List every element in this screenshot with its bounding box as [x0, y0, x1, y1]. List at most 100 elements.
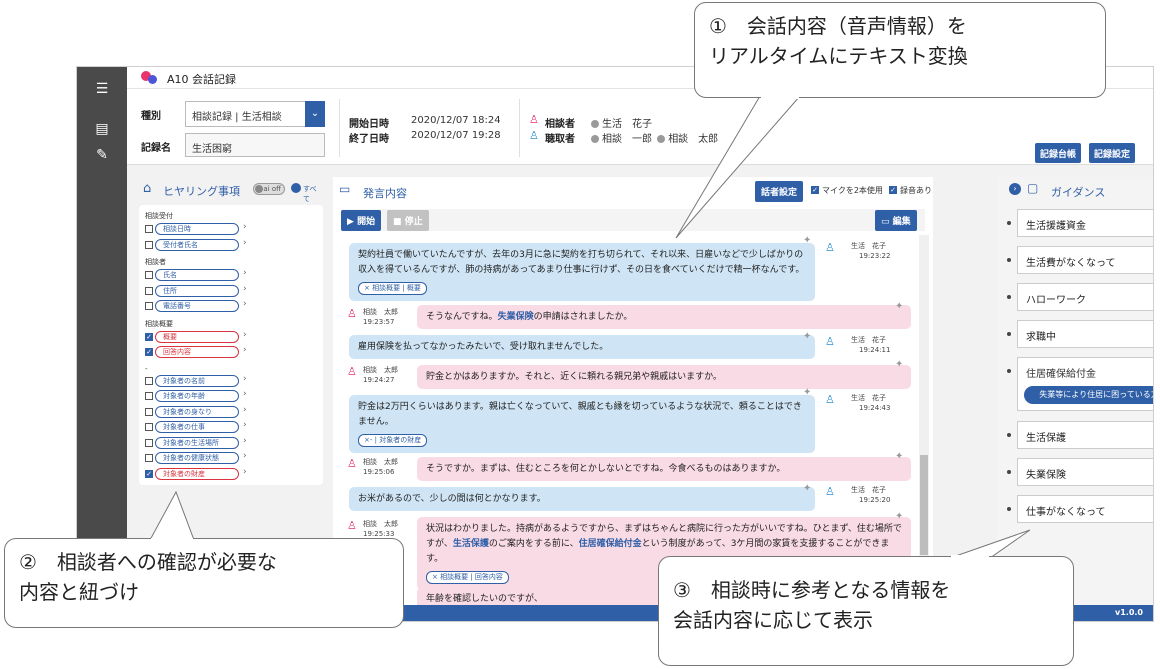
select-all-icon[interactable]	[291, 183, 301, 193]
linked-item-tag[interactable]: × 相談概要 | 回答内容	[426, 571, 509, 584]
chevron-right-icon[interactable]: ›	[243, 389, 247, 399]
hearing-item-label[interactable]: 電話番号	[155, 300, 239, 312]
hearing-item-label[interactable]: 回答内容	[155, 346, 239, 358]
edit-button[interactable]: ▭ 編集	[875, 210, 917, 231]
hearing-item-checkbox[interactable]: ✓	[145, 469, 153, 478]
guidance-item[interactable]: 生活援護資金›	[1017, 209, 1153, 237]
hearing-item-label[interactable]: 対象者の仕事	[155, 421, 239, 433]
pin-icon[interactable]: ✦	[895, 451, 903, 462]
hearing-item-label[interactable]: 対象者の財産	[155, 467, 239, 480]
stop-button[interactable]: ■ 停止	[387, 210, 429, 231]
hearing-item-label[interactable]: 対象者の年齢	[155, 390, 239, 402]
chevron-right-icon[interactable]: ›	[243, 405, 247, 415]
hearing-item-checkbox[interactable]	[145, 302, 153, 310]
hearing-item-checkbox[interactable]	[145, 225, 153, 233]
chevron-right-icon[interactable]: ›	[243, 299, 247, 309]
chevron-right-icon[interactable]: ›	[243, 374, 247, 384]
chevron-right-icon[interactable]: ›	[243, 330, 247, 340]
speaker-settings-button[interactable]: 話者設定	[755, 181, 804, 202]
pin-icon[interactable]: ✦	[803, 235, 811, 246]
chevron-right-icon[interactable]: ›	[243, 436, 247, 446]
hearing-item[interactable]: 電話番号 ›	[145, 299, 323, 315]
guidance-item[interactable]: ハローワーク›	[1017, 283, 1153, 311]
guidance-item[interactable]: 生活保護›	[1017, 421, 1153, 449]
chevron-right-icon[interactable]: ›	[243, 238, 247, 248]
type-select[interactable]: 相談記録 | 生活相談 ⌄	[185, 101, 325, 127]
guidance-item[interactable]: 求職中›	[1017, 320, 1153, 348]
chevron-right-icon[interactable]: ›	[243, 451, 247, 461]
guidance-item[interactable]: 失業保険›	[1017, 458, 1153, 486]
hearing-item[interactable]: 対象者の生活場所 ›	[145, 436, 323, 452]
chevron-right-icon[interactable]: ›	[243, 222, 247, 232]
checkbox[interactable]: ✓	[889, 186, 897, 194]
hearing-item-label[interactable]: 対象者の名前	[155, 374, 239, 387]
chevron-right-icon[interactable]: ›	[243, 420, 247, 430]
hearing-item-label[interactable]: 受付者氏名	[155, 238, 239, 251]
hearing-item[interactable]: 氏名 ›	[145, 268, 323, 284]
pin-icon[interactable]: ✦	[895, 301, 903, 312]
pin-icon[interactable]: ✦	[803, 331, 811, 342]
hearing-item-checkbox[interactable]	[145, 240, 153, 249]
hearing-item[interactable]: ✓ 概要 ›	[145, 330, 323, 346]
hearing-item-checkbox[interactable]: ✓	[145, 348, 153, 356]
wrench-icon[interactable]: ✎	[77, 147, 127, 163]
hearing-item[interactable]: 対象者の年齢 ›	[145, 389, 323, 405]
keyword-link[interactable]: 生活保護	[453, 539, 489, 549]
hearing-item[interactable]: 相談日時 ›	[145, 222, 323, 238]
hearing-item-label[interactable]: 住所	[155, 284, 239, 297]
hearing-item-checkbox[interactable]	[145, 271, 153, 279]
hearing-item-checkbox[interactable]	[145, 286, 153, 295]
hearing-item-label[interactable]: 対象者の身なり	[155, 405, 239, 418]
hearing-item-checkbox[interactable]	[145, 423, 153, 431]
hearing-item[interactable]: 対象者の健康状態 ›	[145, 451, 323, 467]
two-mic-checkbox[interactable]: ✓ マイクを2本使用	[811, 185, 883, 196]
hearing-item-label[interactable]: 対象者の健康状態	[155, 452, 239, 464]
hearing-item-label[interactable]: 氏名	[155, 269, 239, 281]
record-audio-checkbox[interactable]: ✓ 録音あり	[889, 185, 932, 196]
client-name: 生活 花子	[602, 119, 652, 130]
guidance-item-expanded[interactable]: 住居確保給付金⌄失業等により住居に困っている方	[1017, 357, 1153, 411]
record-ledger-button[interactable]: 記録台帳	[1035, 143, 1082, 163]
hearing-item-checkbox[interactable]	[145, 376, 153, 385]
guidance-item[interactable]: 生活費がなくなって›	[1017, 246, 1153, 274]
start-button[interactable]: ▶ 開始	[341, 210, 382, 231]
hearing-item[interactable]: 受付者氏名 ›	[145, 238, 323, 254]
pin-icon[interactable]: ✦	[803, 387, 811, 398]
checkbox[interactable]: ✓	[811, 186, 819, 194]
hearing-item-checkbox[interactable]	[145, 392, 153, 400]
clipboard-icon[interactable]: ▤	[77, 121, 127, 137]
record-settings-button[interactable]: 記録設定	[1089, 143, 1136, 163]
hearing-item-label[interactable]: 相談日時	[155, 223, 239, 235]
pin-icon[interactable]: ✦	[895, 511, 903, 522]
guidance-sub-item[interactable]: 失業等により住居に困っている方	[1024, 386, 1153, 404]
chevron-right-icon[interactable]: ›	[243, 467, 247, 477]
linked-item-tag[interactable]: ×- | 対象者の財産	[358, 434, 428, 447]
scrollbar-thumb[interactable]	[920, 455, 928, 555]
chevron-right-icon[interactable]: ›	[243, 284, 247, 294]
keyword-link[interactable]: 失業保険	[498, 312, 534, 322]
hearing-item-label[interactable]: 概要	[155, 330, 239, 343]
collapse-arrow-icon[interactable]: ›	[1009, 183, 1021, 195]
hearing-item[interactable]: ✓ 対象者の財産 ›	[145, 467, 323, 483]
hearing-item-label[interactable]: 対象者の生活場所	[155, 436, 239, 449]
keyword-link[interactable]: 住居確保給付金	[579, 539, 642, 549]
hearing-item[interactable]: 住所 ›	[145, 284, 323, 300]
chevron-down-icon[interactable]: ⌄	[305, 101, 325, 127]
hearing-item-checkbox[interactable]: ✓	[145, 332, 153, 341]
hearing-item[interactable]: ✓ 回答内容 ›	[145, 345, 323, 361]
hamburger-menu-icon[interactable]: ☰	[77, 81, 127, 97]
hearing-item-checkbox[interactable]	[145, 407, 153, 416]
chevron-right-icon[interactable]: ›	[243, 345, 247, 355]
linked-item-tag[interactable]: × 相談概要 | 概要	[358, 282, 427, 295]
ai-toggle[interactable]: ai off	[253, 183, 285, 195]
hearing-item[interactable]: 対象者の名前 ›	[145, 374, 323, 390]
hearing-item-checkbox[interactable]	[145, 438, 153, 447]
record-name-input[interactable]: 生活困窮	[185, 133, 325, 157]
pin-icon[interactable]: ✦	[895, 359, 903, 370]
hearing-item-checkbox[interactable]	[145, 454, 153, 462]
hearing-item[interactable]: 対象者の仕事 ›	[145, 420, 323, 436]
guidance-item[interactable]: 仕事がなくなって›	[1017, 495, 1153, 523]
hearing-item[interactable]: 対象者の身なり ›	[145, 405, 323, 421]
pin-icon[interactable]: ✦	[803, 483, 811, 494]
chevron-right-icon[interactable]: ›	[243, 268, 247, 278]
